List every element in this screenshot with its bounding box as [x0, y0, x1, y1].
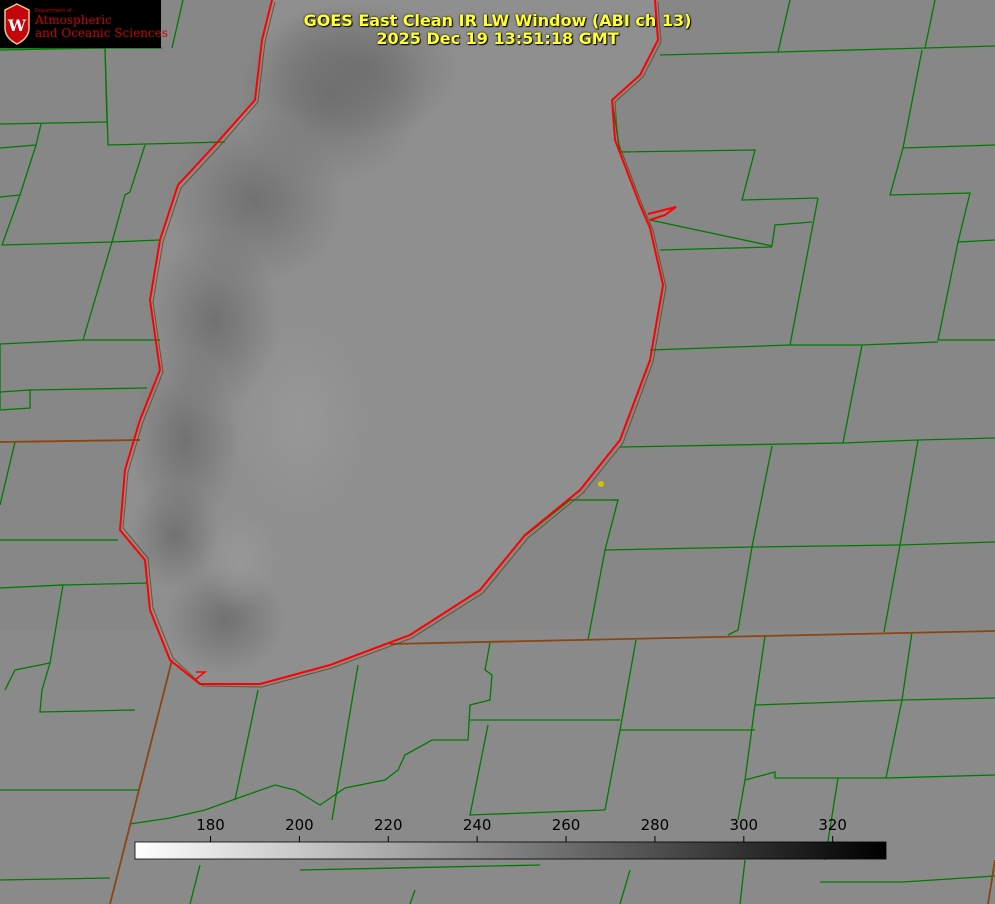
- colorbar-tick-label: 260: [552, 816, 581, 834]
- colorbar-tick-label: 240: [463, 816, 492, 834]
- satellite-view: 180 200 220 240 260 280 300 320 W Department of…: [0, 0, 995, 904]
- colorbar-tick-label: 220: [374, 816, 403, 834]
- colorbar-tick-label: 180: [196, 816, 225, 834]
- map-canvas: 180 200 220 240 260 280 300 320: [0, 0, 995, 904]
- station-marker: [598, 481, 604, 487]
- image-title: GOES East Clean IR LW Window (ABI ch 13)…: [0, 12, 995, 48]
- title-timestamp: 2025 Dec 19 13:51:18 GMT: [376, 29, 619, 48]
- colorbar-tick-label: 200: [285, 816, 314, 834]
- colorbar-tick-label: 280: [641, 816, 670, 834]
- title-product: GOES East Clean IR LW Window (ABI ch 13): [303, 11, 692, 30]
- land-south: [0, 630, 995, 904]
- colorbar-tick-label: 300: [729, 816, 758, 834]
- colorbar-gradient: [134, 841, 887, 860]
- colorbar-tick-label: 320: [818, 816, 847, 834]
